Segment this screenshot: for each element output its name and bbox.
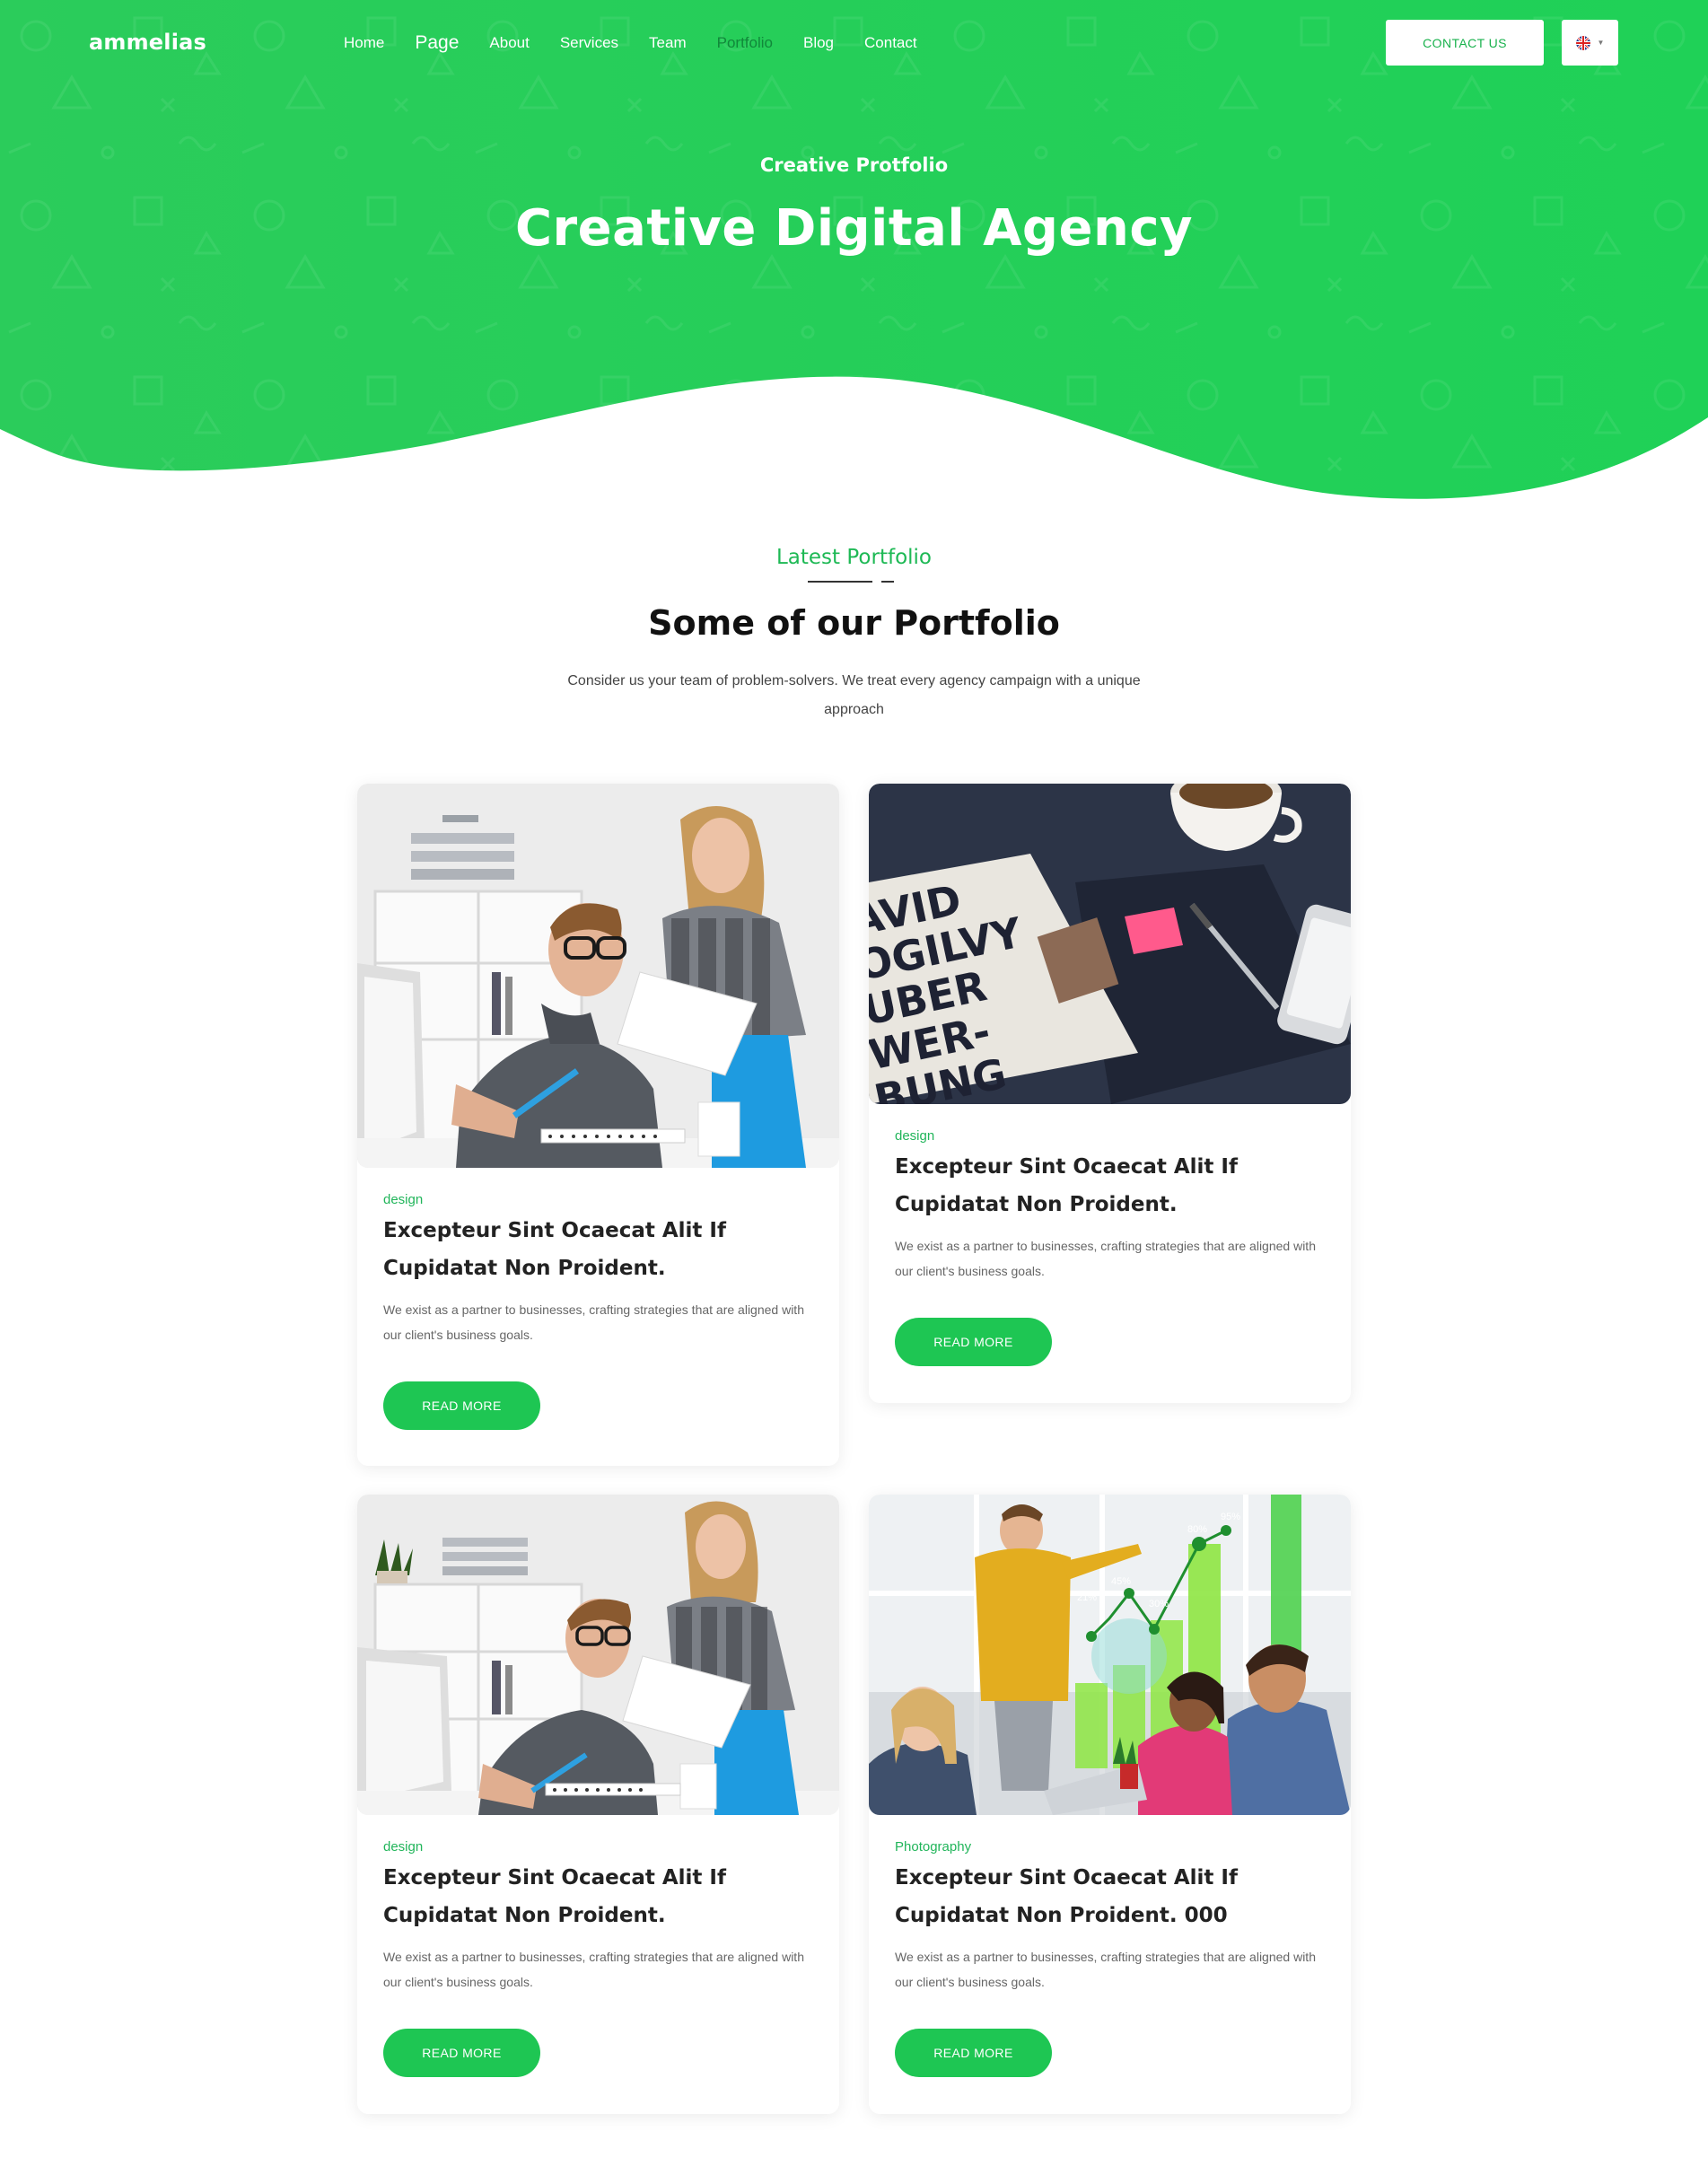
hero-kicker: Creative Protfolio bbox=[759, 154, 949, 176]
chart-label-45: 45% bbox=[1111, 1576, 1131, 1587]
card-text: We exist as a partner to businesses, cra… bbox=[383, 1302, 804, 1342]
read-more-button[interactable]: READ MORE bbox=[895, 1318, 1052, 1366]
brand-logo[interactable]: ammelias bbox=[89, 30, 206, 55]
chart-label-80: 80% bbox=[1187, 1524, 1207, 1535]
contact-us-button[interactable]: CONTACT US bbox=[1386, 20, 1544, 66]
card-text: We exist as a partner to businesses, cra… bbox=[895, 1950, 1316, 1989]
office-team-photo[interactable] bbox=[357, 1495, 839, 1815]
chevron-down-icon: ▼ bbox=[1597, 39, 1605, 47]
card-title[interactable]: Excepteur Sint Ocaecat Alit If Cupidatat… bbox=[895, 1148, 1325, 1223]
card-category[interactable]: Photography bbox=[895, 1839, 1325, 1854]
nav-item-blog[interactable]: Blog bbox=[803, 34, 834, 52]
language-selector[interactable]: ▼ bbox=[1562, 20, 1618, 66]
section-kicker: Latest Portfolio bbox=[775, 546, 932, 569]
section-title: Some of our Portfolio bbox=[648, 603, 1060, 643]
nav-item-contact[interactable]: Contact bbox=[864, 34, 917, 52]
chart-label-30: 30% bbox=[1149, 1599, 1169, 1609]
card-title[interactable]: Excepteur Sint Ocaecat Alit If Cupidatat… bbox=[383, 1212, 813, 1287]
chart-label-95: 95% bbox=[1221, 1512, 1240, 1522]
uk-flag-icon bbox=[1575, 35, 1590, 50]
card-category[interactable]: design bbox=[895, 1128, 1325, 1144]
card-category[interactable]: design bbox=[383, 1192, 813, 1207]
nav-item-portfolio[interactable]: Portfolio bbox=[717, 34, 773, 52]
hero-title: Creative Digital Agency bbox=[514, 199, 1194, 258]
nav-item-about[interactable]: About bbox=[489, 34, 529, 52]
card-title[interactable]: Excepteur Sint Ocaecat Alit If Cupidatat… bbox=[383, 1859, 813, 1934]
read-more-button[interactable]: READ MORE bbox=[383, 1381, 540, 1430]
main-nav: Home Page About Services Team Portfolio … bbox=[344, 31, 948, 56]
office-team-photo[interactable] bbox=[357, 784, 839, 1168]
portfolio-card: AVID OGILVY UBER WER- BUNG design Except… bbox=[869, 784, 1351, 1403]
nav-item-home[interactable]: Home bbox=[344, 34, 384, 52]
book-desk-photo[interactable]: AVID OGILVY UBER WER- BUNG bbox=[869, 784, 1351, 1104]
card-text: We exist as a partner to businesses, cra… bbox=[383, 1950, 804, 1989]
chart-label-21: 21% bbox=[1077, 1592, 1097, 1603]
portfolio-card: design Excepteur Sint Ocaecat Alit If Cu… bbox=[357, 1495, 839, 2114]
portfolio-card: design Excepteur Sint Ocaecat Alit If Cu… bbox=[357, 784, 839, 1466]
nav-item-team[interactable]: Team bbox=[649, 34, 687, 52]
card-text: We exist as a partner to businesses, cra… bbox=[895, 1239, 1316, 1278]
card-category[interactable]: design bbox=[383, 1839, 813, 1854]
nav-item-services[interactable]: Services bbox=[560, 34, 618, 52]
nav-item-page[interactable]: Page bbox=[415, 32, 459, 54]
section-divider bbox=[808, 581, 894, 583]
portfolio-card: 95% 80% 45% 30% 21% 15% Photography Exce… bbox=[869, 1495, 1351, 2114]
section-description: Consider us your team of problem-solvers… bbox=[567, 673, 1141, 717]
read-more-button[interactable]: READ MORE bbox=[383, 2029, 540, 2077]
team-presentation-photo[interactable]: 95% 80% 45% 30% 21% 15% bbox=[869, 1495, 1351, 1815]
read-more-button[interactable]: READ MORE bbox=[895, 2029, 1052, 2077]
hero-banner: ammelias Home Page About Services Team P… bbox=[0, 0, 1708, 503]
card-title[interactable]: Excepteur Sint Ocaecat Alit If Cupidatat… bbox=[895, 1859, 1325, 1934]
